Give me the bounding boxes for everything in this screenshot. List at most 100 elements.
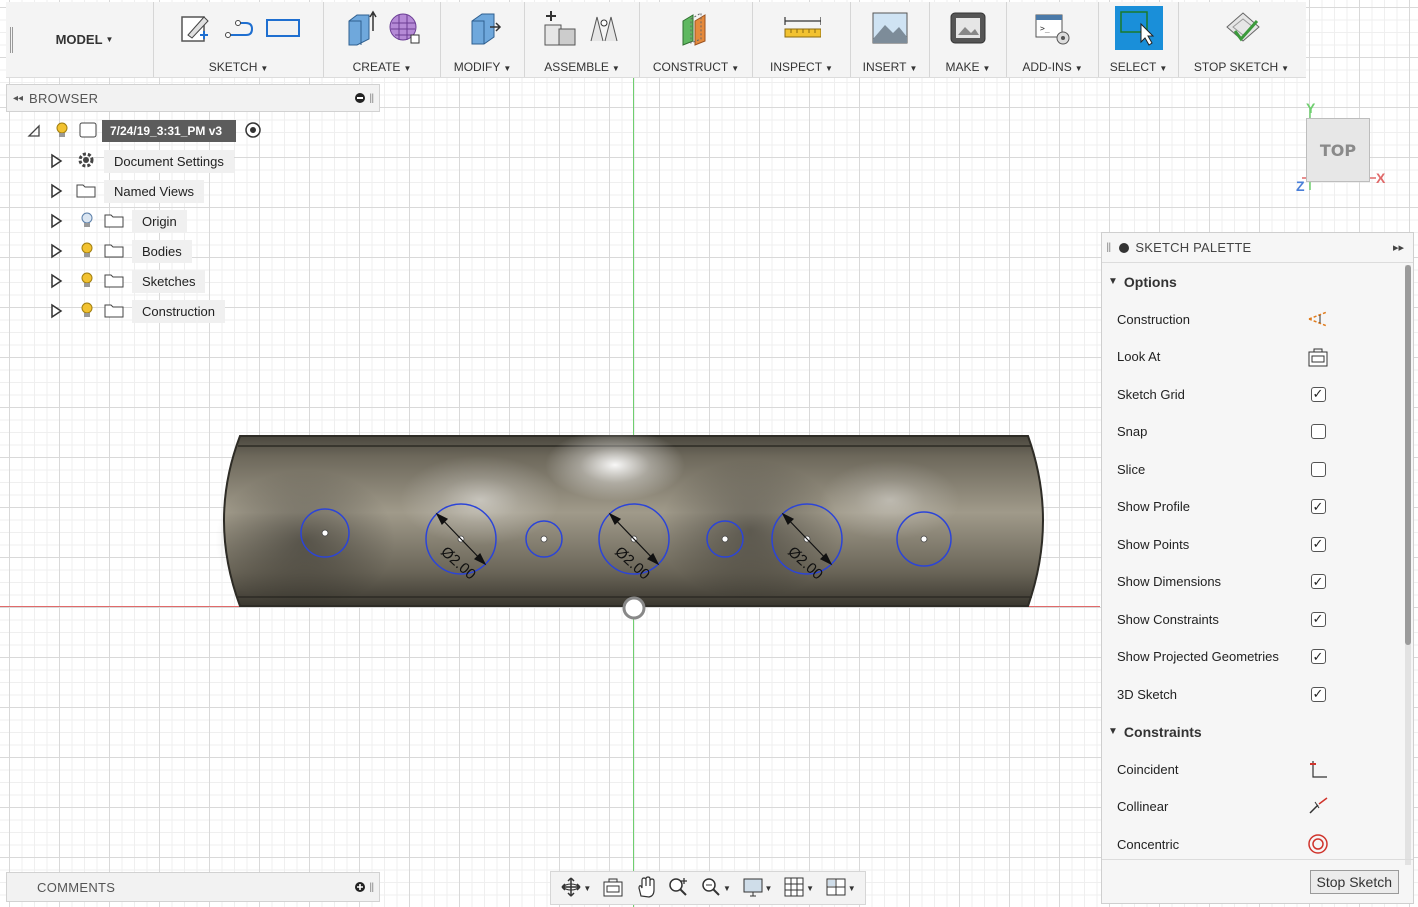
3d-sketch-checkbox[interactable]: ✓: [1310, 686, 1326, 702]
coincident-icon[interactable]: [1303, 758, 1333, 780]
tree-item-named-views[interactable]: Named Views: [48, 178, 204, 204]
addins-menu[interactable]: ADD-INS ▼: [1022, 60, 1082, 74]
tree-item-origin[interactable]: Origin: [48, 208, 187, 234]
snap-checkbox[interactable]: [1310, 424, 1326, 440]
joint-icon[interactable]: [585, 9, 623, 47]
sketch-grid-checkbox[interactable]: ✓: [1310, 386, 1326, 402]
3d-print-icon[interactable]: [949, 9, 987, 47]
constraint-concentric[interactable]: Concentric: [1102, 826, 1413, 860]
show-projected-geometries-checkbox[interactable]: ✓: [1310, 649, 1326, 665]
rectangle-icon[interactable]: [264, 9, 302, 47]
toolbar-group-insert: INSERT ▼: [851, 2, 930, 77]
insert-menu[interactable]: INSERT ▼: [863, 60, 918, 74]
lightbulb-icon[interactable]: [80, 301, 94, 322]
workspace-switcher[interactable]: MODEL ▼: [16, 2, 154, 77]
collinear-icon[interactable]: [1303, 796, 1333, 818]
construction-line-icon[interactable]: [1303, 310, 1333, 328]
select-menu[interactable]: SELECT ▼: [1110, 60, 1168, 74]
tree-root[interactable]: 7/24/19_3:31_PM v3: [26, 118, 262, 144]
document-name[interactable]: 7/24/19_3:31_PM v3: [102, 120, 237, 142]
constraint-collinear[interactable]: Collinear: [1102, 788, 1413, 826]
expand-arrow-icon[interactable]: [48, 303, 64, 319]
form-icon[interactable]: [385, 9, 423, 47]
constraint-coincident[interactable]: Coincident: [1102, 751, 1413, 789]
origin-point[interactable]: [622, 596, 646, 620]
show-profile-checkbox[interactable]: ✓: [1310, 499, 1326, 515]
fit-button[interactable]: ▼: [700, 876, 731, 901]
expand-arrow-icon[interactable]: [48, 153, 64, 169]
panel-grip[interactable]: ‖: [369, 91, 379, 106]
press-pull-icon[interactable]: [464, 9, 502, 47]
comments-panel[interactable]: COMMENTS ‖: [6, 872, 380, 902]
lightbulb-icon[interactable]: [80, 271, 94, 292]
insert-image-icon[interactable]: [871, 9, 909, 47]
spline-icon[interactable]: [220, 9, 258, 47]
modify-menu[interactable]: MODIFY ▼: [454, 60, 512, 74]
toolbar-grip[interactable]: [6, 2, 16, 77]
view-cube[interactable]: TOP Y X Z: [1296, 100, 1388, 196]
sketch-menu[interactable]: SKETCH ▼: [209, 60, 269, 74]
inspect-menu[interactable]: INSPECT ▼: [770, 60, 833, 74]
panel-grip[interactable]: ‖: [369, 880, 379, 895]
palette-grip[interactable]: ‖: [1106, 240, 1111, 255]
assemble-menu[interactable]: ASSEMBLE ▼: [544, 60, 620, 74]
zoom-button[interactable]: [667, 876, 689, 901]
add-comment-icon[interactable]: [351, 881, 369, 893]
active-document-radio-icon[interactable]: [244, 121, 262, 142]
show-dimensions-checkbox[interactable]: ✓: [1310, 574, 1326, 590]
stop-sketch-button[interactable]: Stop Sketch: [1309, 869, 1399, 894]
expand-palette-icon[interactable]: ▸▸: [1393, 241, 1413, 254]
toolbar-group-construct: CONSTRUCT ▼: [640, 2, 753, 77]
palette-scrollbar[interactable]: [1405, 265, 1411, 865]
create-sketch-icon[interactable]: [176, 9, 214, 47]
ring-body[interactable]: [215, 429, 1044, 610]
zoom-icon: [667, 876, 689, 901]
view-cube-face[interactable]: TOP: [1306, 118, 1370, 182]
make-menu[interactable]: MAKE ▼: [946, 60, 991, 74]
collapse-root-icon[interactable]: [26, 123, 42, 139]
display-settings-button[interactable]: ▼: [742, 876, 772, 901]
palette-header[interactable]: ‖ SKETCH PALETTE ▸▸: [1102, 233, 1413, 263]
workspace-label: MODEL: [55, 32, 103, 47]
lightbulb-off-icon[interactable]: [80, 211, 94, 232]
expand-arrow-icon[interactable]: [48, 273, 64, 289]
offset-plane-icon[interactable]: [677, 9, 715, 47]
pan-button[interactable]: [635, 875, 657, 901]
expand-arrow-icon[interactable]: [48, 183, 64, 199]
lightbulb-icon[interactable]: [80, 241, 94, 262]
expand-arrow-icon[interactable]: [48, 243, 64, 259]
new-component-icon[interactable]: [541, 9, 579, 47]
slice-checkbox[interactable]: [1310, 461, 1326, 477]
expand-arrow-icon[interactable]: [48, 213, 64, 229]
tree-item-sketches[interactable]: Sketches: [48, 268, 206, 294]
folder-icon: [104, 271, 124, 292]
viewports-button[interactable]: ▼: [825, 876, 856, 901]
tree-item-bodies[interactable]: Bodies: [48, 238, 192, 264]
stop-sketch-menu[interactable]: STOP SKETCH ▼: [1194, 60, 1289, 74]
select-icon[interactable]: [1114, 6, 1163, 50]
collapse-browser-icon[interactable]: ◂◂: [7, 93, 29, 104]
pin-icon[interactable]: [351, 92, 369, 104]
extrude-icon[interactable]: [341, 9, 379, 47]
look-at-button[interactable]: [602, 877, 624, 900]
scripts-icon[interactable]: >_: [1034, 9, 1072, 47]
show-points-checkbox[interactable]: ✓: [1310, 536, 1326, 552]
tree-item-document-settings[interactable]: Document Settings: [48, 148, 234, 174]
options-section-header[interactable]: ▼ Options: [1102, 263, 1413, 301]
construct-menu[interactable]: CONSTRUCT ▼: [653, 60, 739, 74]
concentric-icon[interactable]: [1303, 833, 1333, 855]
palette-scroll-thumb[interactable]: [1405, 265, 1411, 645]
create-menu[interactable]: CREATE ▼: [353, 60, 412, 74]
option-sketch-grid: Sketch Grid ✓: [1102, 376, 1413, 414]
orbit-button[interactable]: ▼: [560, 876, 591, 901]
tree-item-construction[interactable]: Construction: [48, 298, 225, 324]
grid-settings-button[interactable]: ▼: [783, 876, 814, 901]
measure-icon[interactable]: [783, 9, 821, 47]
finish-sketch-icon[interactable]: [1223, 9, 1261, 47]
toolbar-group-stop-sketch: STOP SKETCH ▼: [1179, 2, 1304, 77]
palette-footer: Stop Sketch: [1102, 859, 1413, 903]
show-constraints-checkbox[interactable]: ✓: [1310, 611, 1326, 627]
constraints-section-header[interactable]: ▼ Constraints: [1102, 713, 1413, 751]
look-at-icon[interactable]: [1303, 347, 1333, 367]
lightbulb-icon[interactable]: [54, 121, 70, 142]
